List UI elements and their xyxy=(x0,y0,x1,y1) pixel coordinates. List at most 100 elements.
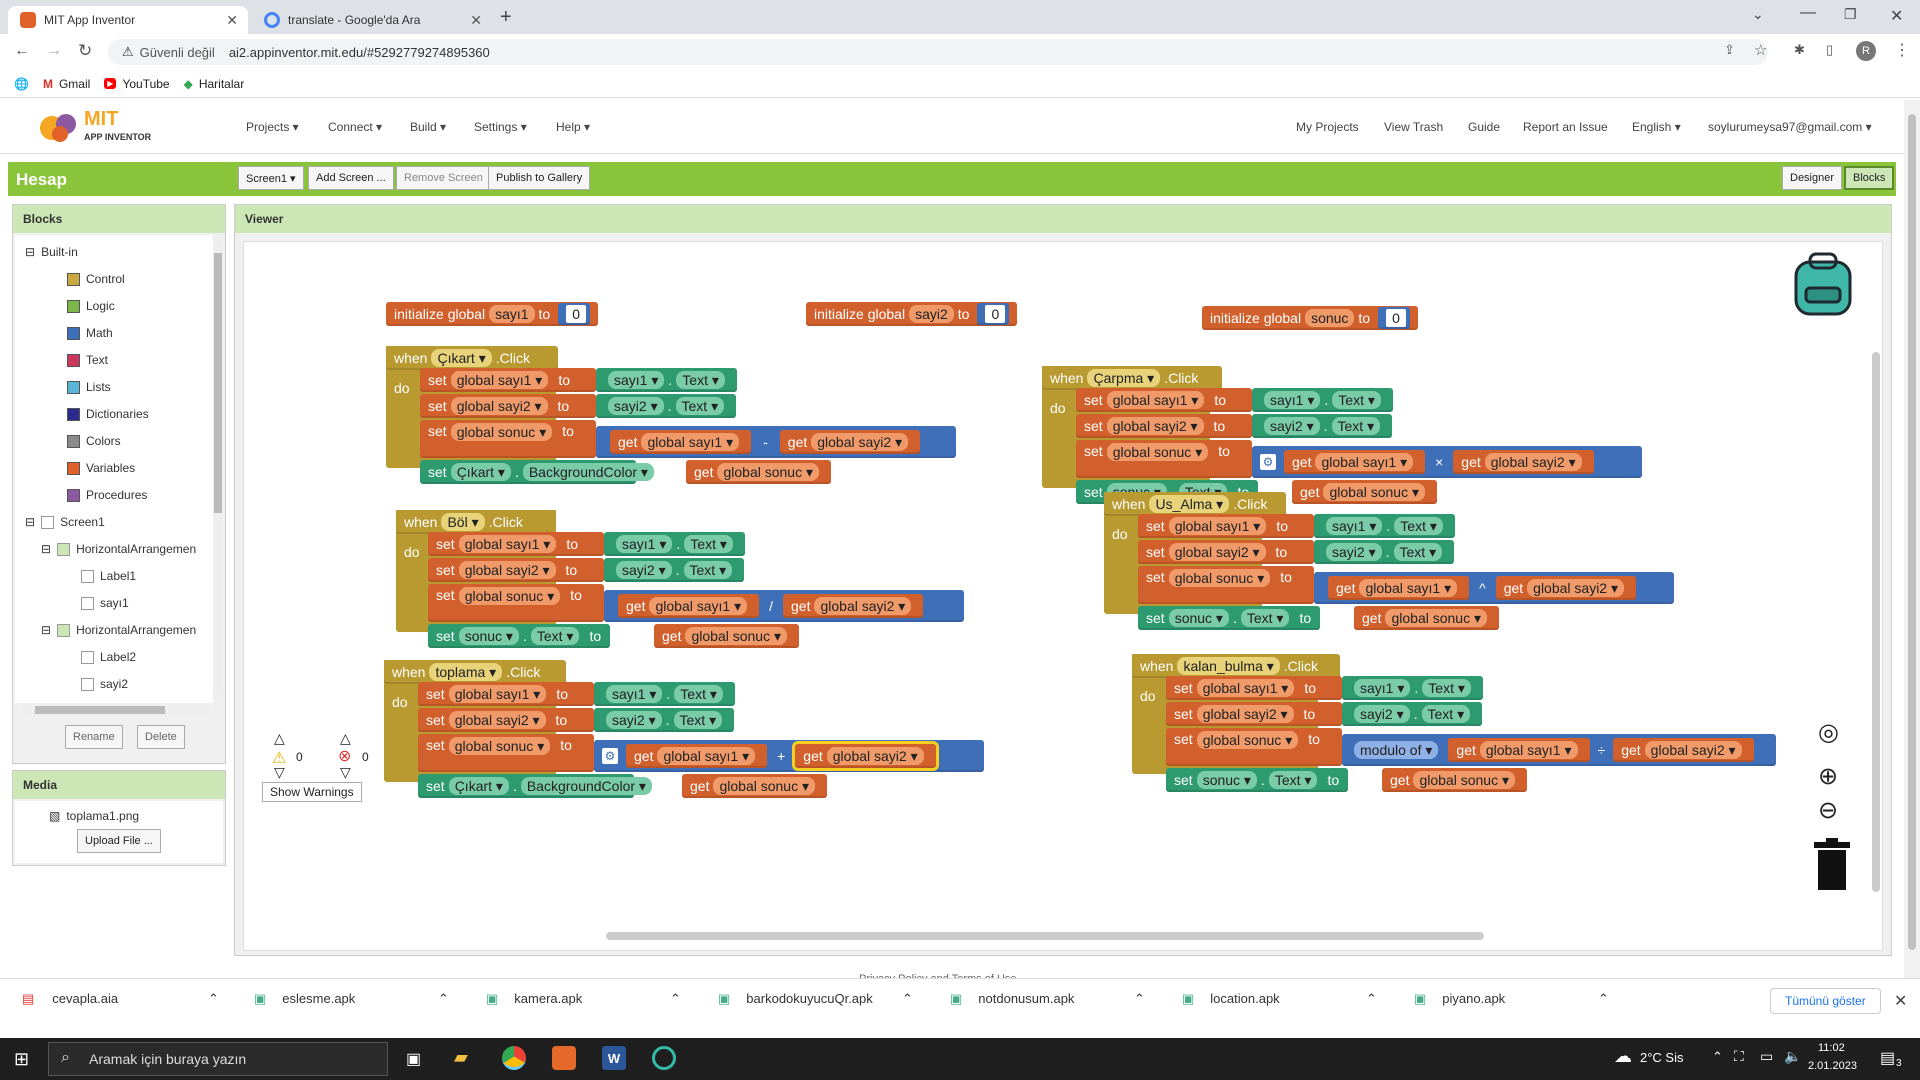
get-global-sayi2[interactable]: get global sayi2 ▾ xyxy=(783,594,924,618)
math-op-dropdown[interactable]: modulo of ▾ xyxy=(1354,741,1439,759)
category-math[interactable]: Math xyxy=(67,326,113,340)
category-dictionaries[interactable]: Dictionaries xyxy=(67,407,149,421)
upload-file-button[interactable]: Upload File ... xyxy=(77,829,161,853)
chevron-up-icon[interactable]: ⌃ xyxy=(208,991,219,1007)
variable-name-field[interactable]: sonuc xyxy=(1305,309,1355,327)
set-global-sayi1-block[interactable]: set global sayı1 ▾ to xyxy=(418,682,594,706)
set-global-sonuc-block[interactable]: set global sonuc ▾ to xyxy=(428,584,604,622)
tree-horizontal-arrangement-1[interactable]: ⊟ HorizontalArrangemen xyxy=(41,542,196,556)
component-dropdown[interactable]: sayı1 ▾ xyxy=(1326,517,1383,535)
browser-tab-google[interactable]: translate - Google'da Ara ✕ xyxy=(252,6,492,34)
download-item[interactable]: ▣ piyano.apk ⌃ xyxy=(1414,991,1609,1007)
add-screen-button[interactable]: Add Screen ... xyxy=(308,166,394,190)
variable-dropdown[interactable]: global sonuc ▾ xyxy=(1385,609,1487,627)
clock-date[interactable]: 2.01.2023 xyxy=(1808,1060,1857,1072)
component-dropdown[interactable]: sayi2 ▾ xyxy=(616,561,672,579)
variable-dropdown[interactable]: global sonuc ▾ xyxy=(1168,569,1271,587)
chevron-up-icon[interactable]: ⌃ xyxy=(1366,991,1377,1007)
number-value[interactable]: 0 xyxy=(566,305,587,323)
get-global-sonuc[interactable]: get global sonuc ▾ xyxy=(654,624,799,648)
more-menu-icon[interactable]: ⋮ xyxy=(1894,40,1910,60)
property-dropdown[interactable]: Text ▾ xyxy=(1332,391,1381,409)
get-global-sonuc[interactable]: get global sonuc ▾ xyxy=(1354,606,1499,630)
component-dropdown[interactable]: sonuc ▾ xyxy=(1196,771,1257,789)
set-global-sayi1-block[interactable]: set global sayı1 ▾ to xyxy=(428,532,604,556)
sayi2-text-getter[interactable]: sayi2 ▾. Text ▾ xyxy=(594,708,735,732)
component-dropdown[interactable]: sayı1 ▾ xyxy=(608,371,665,389)
property-dropdown[interactable]: Text ▾ xyxy=(683,561,733,579)
number-block[interactable]: 0 xyxy=(1378,307,1410,329)
link-guide[interactable]: Guide xyxy=(1468,120,1500,134)
component-dropdown[interactable]: sayı1 ▾ xyxy=(606,685,663,703)
property-dropdown[interactable]: Text ▾ xyxy=(1268,771,1318,789)
url-text[interactable]: ai2.appinventor.mit.edu/#529277927489536… xyxy=(229,45,490,60)
variable-dropdown[interactable]: global sonuc ▾ xyxy=(1196,731,1299,749)
variable-dropdown[interactable]: global sayı1 ▾ xyxy=(1168,517,1267,535)
set-global-sonuc-block[interactable]: set global sonuc ▾ to xyxy=(1138,566,1314,604)
page-scrollbar-thumb[interactable] xyxy=(1908,114,1916,950)
menu-build[interactable]: Build ▾ xyxy=(410,120,446,134)
number-block[interactable]: 0 xyxy=(558,303,591,325)
tree-label2[interactable]: Label2 xyxy=(81,650,136,664)
component-dropdown[interactable]: sayi2 ▾ xyxy=(1326,543,1382,561)
screen-select[interactable]: Screen1 ▾ xyxy=(238,166,304,190)
component-dropdown[interactable]: Çıkart ▾ xyxy=(450,463,511,481)
component-dropdown[interactable]: sonuc ▾ xyxy=(458,627,519,645)
close-tab-icon[interactable]: ✕ xyxy=(226,12,238,29)
init-global-sayi1-block[interactable]: initialize global sayı1 to 0 xyxy=(386,302,599,326)
category-control[interactable]: Control xyxy=(67,272,125,286)
menu-projects[interactable]: Projects ▾ xyxy=(246,120,299,134)
component-dropdown[interactable]: Us_Alma ▾ xyxy=(1149,495,1230,513)
variable-dropdown[interactable]: global sayi2 ▾ xyxy=(814,597,912,615)
sayi2-text-getter[interactable]: sayi2 ▾. Text ▾ xyxy=(596,394,737,418)
error-next-icon[interactable]: ▽ xyxy=(340,764,351,781)
close-tab-icon[interactable]: ✕ xyxy=(470,12,482,29)
workspace-hscroll[interactable] xyxy=(606,932,1484,940)
variable-dropdown[interactable]: global sonuc ▾ xyxy=(458,587,561,605)
property-dropdown[interactable]: BackgroundColor ▾ xyxy=(520,777,652,795)
get-global-sayi1[interactable]: get global sayı1 ▾ xyxy=(1328,576,1470,600)
windows-start-icon[interactable]: ⊞ xyxy=(14,1049,29,1070)
when-usalma-click-block[interactable]: when Us_Alma ▾ .Click xyxy=(1104,492,1286,516)
download-item[interactable]: ▣ kamera.apk ⌃ xyxy=(486,991,681,1007)
init-global-sonuc-block[interactable]: initialize global sonuc to 0 xyxy=(1202,306,1418,330)
sayi1-text-getter[interactable]: sayı1 ▾. Text ▾ xyxy=(596,368,737,392)
component-dropdown[interactable]: toplama ▾ xyxy=(429,663,503,681)
property-dropdown[interactable]: Text ▾ xyxy=(1421,705,1471,723)
collapse-icon[interactable]: ⊟ xyxy=(25,515,35,529)
chevron-up-icon[interactable]: ⌃ xyxy=(670,991,681,1007)
multiply-block[interactable]: ⚙ get global sayı1 ▾ × get global sayi2 ▾ xyxy=(1252,446,1642,478)
menu-help[interactable]: Help ▾ xyxy=(556,120,590,134)
when-cikart-click-block[interactable]: when Çıkart ▾ .Click xyxy=(386,346,558,370)
set-global-sayi2-block[interactable]: set global sayi2 ▾ to xyxy=(1076,414,1252,438)
property-dropdown[interactable]: Text ▾ xyxy=(530,627,580,645)
weather-text[interactable]: 2°C Sis xyxy=(1640,1050,1684,1065)
get-global-sonuc[interactable]: get global sonuc ▾ xyxy=(1382,768,1527,792)
variable-dropdown[interactable]: global sayi2 ▾ xyxy=(448,711,546,729)
component-dropdown[interactable]: sayi2 ▾ xyxy=(1354,705,1410,723)
variable-dropdown[interactable]: global sayı1 ▾ xyxy=(448,685,547,703)
set-global-sayi2-block[interactable]: set global sayi2 ▾ to xyxy=(428,558,604,582)
set-global-sayi1-block[interactable]: set global sayı1 ▾ to xyxy=(1138,514,1314,538)
variable-dropdown[interactable]: global sayi2 ▾ xyxy=(458,561,556,579)
when-bol-click-block[interactable]: when Böl ▾ .Click xyxy=(396,510,548,534)
number-block[interactable]: 0 xyxy=(977,303,1010,325)
variable-dropdown[interactable]: global sayı1 ▾ xyxy=(1106,391,1205,409)
set-global-sonuc-block[interactable]: set global sonuc ▾ to xyxy=(1166,728,1342,766)
collapse-icon[interactable]: ⊟ xyxy=(41,623,51,637)
component-dropdown[interactable]: Çıkart ▾ xyxy=(431,349,492,367)
modulo-block[interactable]: modulo of ▾ get global sayı1 ▾ ÷ get globa… xyxy=(1342,734,1776,766)
set-cikart-bgcolor-block[interactable]: set Çıkart ▾. BackgroundColor ▾ to xyxy=(418,774,674,798)
chevron-up-icon[interactable]: ⌃ xyxy=(1134,991,1145,1007)
notification-icon[interactable]: ▤ xyxy=(1880,1048,1895,1068)
link-view-trash[interactable]: View Trash xyxy=(1384,120,1443,134)
variable-dropdown[interactable]: global sayı1 ▾ xyxy=(458,535,557,553)
forward-icon[interactable]: → xyxy=(46,42,62,60)
get-global-sayi1[interactable]: get global sayı1 ▾ xyxy=(618,594,760,618)
add-block[interactable]: ⚙ get global sayı1 ▾ + get global sayi2 ▾ xyxy=(594,740,984,772)
mutator-gear-icon[interactable]: ⚙ xyxy=(1260,454,1276,470)
designer-button[interactable]: Designer xyxy=(1782,166,1843,190)
display-icon[interactable]: ▭ xyxy=(1760,1048,1773,1065)
chevron-up-icon[interactable]: ⌃ xyxy=(438,991,449,1007)
category-text[interactable]: Text xyxy=(67,353,108,367)
